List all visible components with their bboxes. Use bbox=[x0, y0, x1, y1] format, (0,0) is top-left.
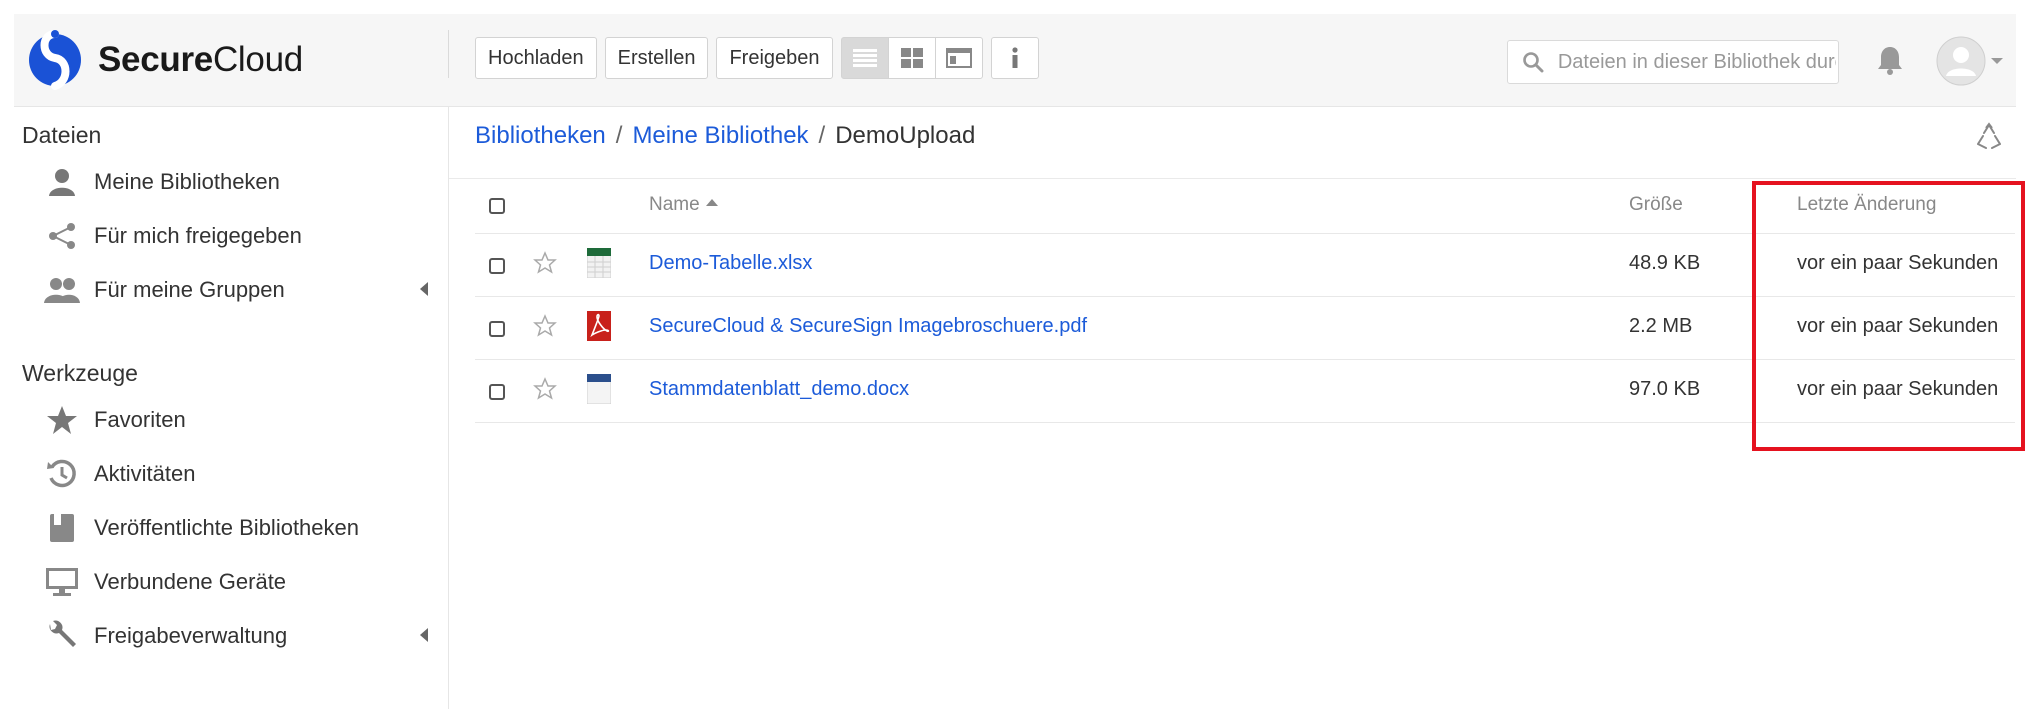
expand-caret-icon[interactable] bbox=[420, 282, 428, 296]
row-checkbox[interactable] bbox=[489, 384, 505, 400]
spreadsheet-file-icon bbox=[586, 247, 612, 279]
file-name-link[interactable]: Demo-Tabelle.xlsx bbox=[649, 252, 812, 275]
sidebar-heading-files: Dateien bbox=[22, 122, 102, 148]
sidebar-item-label: Meine Bibliotheken bbox=[94, 169, 280, 194]
file-size: 48.9 KB bbox=[1629, 252, 1701, 274]
notifications-button[interactable] bbox=[1876, 44, 1904, 81]
file-modified: vor ein paar Sekunden bbox=[1797, 315, 1999, 337]
sidebar-item-published-libraries[interactable]: Veröffentlichte Bibliotheken bbox=[14, 502, 448, 554]
file-size: 97.0 KB bbox=[1629, 378, 1701, 400]
grid-view-icon bbox=[900, 48, 923, 68]
favorite-toggle[interactable] bbox=[533, 377, 557, 406]
table-row[interactable]: SecureCloud & SecureSign Imagebroschuere… bbox=[475, 297, 2015, 360]
info-icon bbox=[1011, 47, 1018, 68]
sidebar-item-label: Für mich freigegeben bbox=[94, 223, 302, 248]
column-view-icon bbox=[945, 48, 972, 68]
file-type-icon bbox=[586, 373, 612, 409]
file-type-icon bbox=[586, 247, 612, 283]
breadcrumb-libraries-link[interactable]: Bibliotheken bbox=[475, 122, 606, 149]
size-column-header[interactable]: Größe bbox=[1629, 194, 1683, 216]
recycle-icon bbox=[1977, 122, 2001, 149]
main-content: Bibliotheken / Meine Bibliothek / DemoUpload… bbox=[449, 106, 2016, 709]
list-view-icon bbox=[852, 49, 877, 67]
file-name-link[interactable]: SecureCloud & SecureSign Imagebroschuere… bbox=[649, 315, 1087, 338]
file-modified: vor ein paar Sekunden bbox=[1797, 378, 1999, 400]
upload-button[interactable]: Hochladen bbox=[475, 37, 597, 79]
toolbar: Hochladen Erstellen Freigeben bbox=[475, 37, 1039, 81]
user-menu[interactable] bbox=[1936, 36, 2004, 86]
table-row[interactable]: Stammdatenblatt_demo.docx 97.0 KB vor ei… bbox=[475, 360, 2015, 423]
sidebar-item-favorites[interactable]: Favoriten bbox=[14, 394, 448, 446]
breadcrumb: Bibliotheken / Meine Bibliothek / DemoUpload bbox=[475, 122, 975, 150]
top-header: SecureCloud Hochladen Erstellen Freigebe… bbox=[14, 14, 2016, 107]
bell-icon bbox=[1878, 47, 1902, 75]
file-name-link[interactable]: Stammdatenblatt_demo.docx bbox=[649, 378, 909, 401]
table-row[interactable]: Demo-Tabelle.xlsx 48.9 KB vor ein paar S… bbox=[475, 234, 2015, 297]
sort-ascending-icon bbox=[705, 199, 718, 207]
row-checkbox[interactable] bbox=[489, 258, 505, 274]
info-button[interactable] bbox=[990, 37, 1039, 79]
expand-caret-icon[interactable] bbox=[420, 628, 428, 642]
app-window: SecureCloud Hochladen Erstellen Freigebe… bbox=[14, 14, 2025, 709]
grid-view-button[interactable] bbox=[887, 37, 936, 79]
modified-column-header[interactable]: Letzte Änderung bbox=[1797, 194, 1936, 216]
favorite-toggle[interactable] bbox=[533, 314, 557, 343]
pdf-file-icon bbox=[587, 311, 611, 341]
sidebar-item-label: Verbundene Geräte bbox=[94, 569, 287, 594]
search-icon bbox=[1523, 52, 1544, 73]
sidebar-heading-tools: Werkzeuge bbox=[22, 360, 138, 386]
sidebar-item-connected-devices[interactable]: Verbundene Geräte bbox=[14, 556, 448, 608]
sidebar-item-label: Für meine Gruppen bbox=[94, 277, 285, 302]
create-button[interactable]: Erstellen bbox=[604, 37, 709, 79]
book-icon bbox=[50, 514, 74, 542]
user-icon bbox=[49, 169, 75, 196]
row-checkbox[interactable] bbox=[489, 321, 505, 337]
list-view-button[interactable] bbox=[840, 37, 889, 79]
star-outline-icon bbox=[533, 377, 557, 400]
sidebar-item-shared-with-me[interactable]: Für mich freigegeben bbox=[14, 210, 448, 262]
search-box[interactable] bbox=[1507, 40, 1839, 84]
monitor-icon bbox=[46, 568, 78, 596]
share-button[interactable]: Freigeben bbox=[716, 37, 833, 79]
search-input[interactable] bbox=[1555, 49, 1838, 75]
avatar-icon bbox=[1936, 36, 1986, 86]
logo[interactable]: SecureCloud bbox=[28, 24, 303, 96]
table-header-row: Name Größe Letzte Änderung bbox=[475, 179, 2015, 234]
column-view-button[interactable] bbox=[934, 37, 983, 79]
view-mode-group bbox=[840, 37, 983, 81]
history-icon bbox=[47, 459, 76, 488]
sidebar-item-my-libraries[interactable]: Meine Bibliotheken bbox=[14, 156, 448, 208]
star-icon bbox=[47, 406, 77, 434]
sidebar-item-label: Favoriten bbox=[94, 407, 186, 432]
chevron-down-icon bbox=[1991, 58, 2003, 64]
select-all-checkbox[interactable] bbox=[489, 198, 505, 214]
breadcrumb-library-link[interactable]: Meine Bibliothek bbox=[632, 122, 808, 149]
share-icon bbox=[49, 223, 75, 249]
name-column-header[interactable]: Name bbox=[649, 194, 718, 216]
wrench-icon bbox=[49, 620, 76, 647]
sidebar-item-label: Veröffentlichte Bibliotheken bbox=[94, 515, 359, 540]
breadcrumb-separator: / bbox=[818, 122, 826, 149]
sidebar-item-activities[interactable]: Aktivitäten bbox=[14, 448, 448, 500]
securecloud-logo-icon bbox=[29, 30, 81, 90]
document-file-icon bbox=[586, 373, 612, 405]
star-outline-icon bbox=[533, 314, 557, 337]
file-modified: vor ein paar Sekunden bbox=[1797, 252, 1999, 274]
sidebar-item-label: Aktivitäten bbox=[94, 461, 196, 486]
sidebar-item-my-groups[interactable]: Für meine Gruppen bbox=[14, 264, 448, 316]
trash-button[interactable] bbox=[1974, 122, 2004, 157]
sidebar: Dateien Meine Bibliotheken Für mich frei… bbox=[14, 106, 449, 709]
star-outline-icon bbox=[533, 251, 557, 274]
sidebar-item-label: Freigabeverwaltung bbox=[94, 623, 288, 648]
group-icon bbox=[44, 278, 80, 303]
file-size: 2.2 MB bbox=[1629, 315, 1693, 337]
file-table: Name Größe Letzte Änderung Demo-Tabelle.… bbox=[475, 179, 2015, 423]
brand-name: SecureCloud bbox=[98, 40, 303, 79]
breadcrumb-current: DemoUpload bbox=[835, 122, 976, 149]
breadcrumb-separator: / bbox=[615, 122, 623, 149]
file-type-icon bbox=[587, 311, 611, 346]
favorite-toggle[interactable] bbox=[533, 251, 557, 280]
sidebar-item-share-admin[interactable]: Freigabeverwaltung bbox=[14, 610, 448, 662]
header-divider bbox=[448, 30, 449, 78]
